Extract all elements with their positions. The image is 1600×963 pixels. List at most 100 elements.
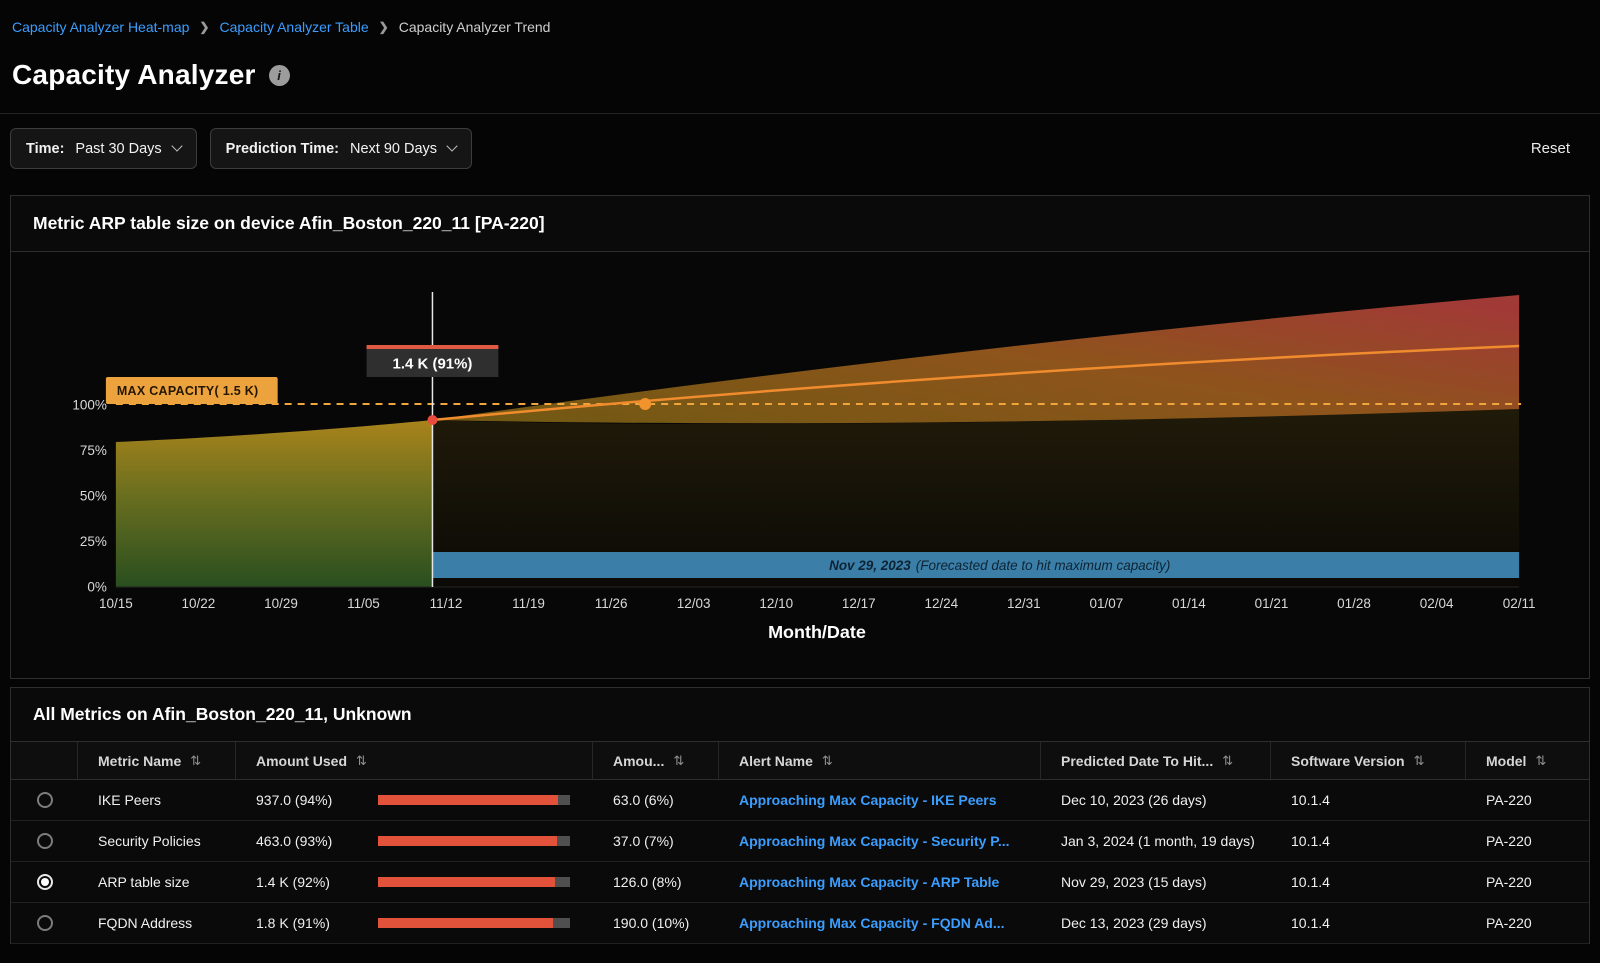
amount-free-value: 37.0 (7%) <box>593 833 719 849</box>
svg-text:0%: 0% <box>87 579 106 594</box>
chevron-down-icon <box>171 140 182 151</box>
amount-used-value: 1.4 K (92%) <box>256 874 378 890</box>
chevron-right-icon: ❯ <box>199 20 209 34</box>
svg-text:12/03: 12/03 <box>677 596 711 611</box>
breadcrumb-link-heatmap[interactable]: Capacity Analyzer Heat-map <box>12 19 189 35</box>
col-software-version: Software Version <box>1291 753 1405 769</box>
sort-icon[interactable]: ⇅ <box>1535 753 1546 769</box>
chevron-down-icon <box>446 140 457 151</box>
software-version: 10.1.4 <box>1271 915 1466 931</box>
col-amount-free: Amou... <box>613 753 664 769</box>
breadcrumb-current: Capacity Analyzer Trend <box>399 19 551 35</box>
prediction-time-dropdown[interactable]: Prediction Time: Next 90 Days <box>210 128 472 169</box>
breadcrumb-link-table[interactable]: Capacity Analyzer Table <box>219 19 368 35</box>
model: PA-220 <box>1466 792 1591 808</box>
time-filter-dropdown[interactable]: Time: Past 30 Days <box>10 128 197 169</box>
max-capacity-label: MAX CAPACITY( 1.5 K) <box>117 384 259 398</box>
table-title: All Metrics on Afin_Boston_220_11, Unkno… <box>11 688 1589 741</box>
svg-text:10/22: 10/22 <box>181 596 215 611</box>
filter-bar: Time: Past 30 Days Prediction Time: Next… <box>0 114 1600 182</box>
info-icon[interactable]: i <box>269 65 290 86</box>
col-model: Model <box>1486 753 1526 769</box>
table-row[interactable]: IKE Peers 937.0 (94%) 63.0 (6%) Approach… <box>11 780 1589 821</box>
metric-name: Security Policies <box>78 833 236 849</box>
amount-free-value: 126.0 (8%) <box>593 874 719 890</box>
capacity-trend-chart[interactable]: Nov 29, 2023(Forecasted date to hit maxi… <box>11 252 1589 678</box>
radio-column-header <box>11 742 78 779</box>
alert-link[interactable]: Approaching Max Capacity - IKE Peers <box>739 792 997 808</box>
svg-text:02/04: 02/04 <box>1420 596 1454 611</box>
table-row[interactable]: FQDN Address 1.8 K (91%) 190.0 (10%) App… <box>11 903 1589 944</box>
svg-text:12/31: 12/31 <box>1007 596 1041 611</box>
amount-used-progressbar <box>378 795 570 805</box>
sort-icon[interactable]: ⇅ <box>1414 753 1425 769</box>
svg-text:11/19: 11/19 <box>512 596 545 611</box>
tooltip-value: 1.4 K (91%) <box>393 355 473 372</box>
forecast-date-text: Nov 29, 2023(Forecasted date to hit maxi… <box>829 558 1170 573</box>
forecast-hit-dot <box>639 398 651 410</box>
current-point-dot <box>427 415 437 425</box>
col-amount-used: Amount Used <box>256 753 347 769</box>
time-filter-label: Time: <box>26 141 64 157</box>
software-version: 10.1.4 <box>1271 833 1466 849</box>
amount-free-value: 190.0 (10%) <box>593 915 719 931</box>
predicted-date: Dec 13, 2023 (29 days) <box>1041 915 1271 931</box>
svg-text:100%: 100% <box>72 397 106 412</box>
metric-name: ARP table size <box>78 874 236 890</box>
row-radio[interactable] <box>37 833 53 849</box>
alert-link[interactable]: Approaching Max Capacity - Security P... <box>739 833 1009 849</box>
metrics-table-panel: All Metrics on Afin_Boston_220_11, Unkno… <box>10 687 1590 944</box>
svg-text:10/15: 10/15 <box>99 596 133 611</box>
amount-used-value: 463.0 (93%) <box>256 833 378 849</box>
model: PA-220 <box>1466 915 1591 931</box>
svg-text:01/21: 01/21 <box>1255 596 1289 611</box>
chart-area: Nov 29, 2023(Forecasted date to hit maxi… <box>11 252 1589 678</box>
amount-used-progressbar <box>378 877 570 887</box>
predicted-date: Jan 3, 2024 (1 month, 19 days) <box>1041 833 1271 849</box>
svg-text:12/24: 12/24 <box>924 596 958 611</box>
svg-text:11/12: 11/12 <box>430 596 463 611</box>
svg-text:01/14: 01/14 <box>1172 596 1206 611</box>
row-radio[interactable] <box>37 915 53 931</box>
amount-used-progressbar <box>378 836 570 846</box>
table-row[interactable]: ARP table size 1.4 K (92%) 126.0 (8%) Ap… <box>11 862 1589 903</box>
software-version: 10.1.4 <box>1271 792 1466 808</box>
sort-icon[interactable]: ⇅ <box>822 753 833 769</box>
metric-name: IKE Peers <box>78 792 236 808</box>
svg-text:12/17: 12/17 <box>842 596 876 611</box>
svg-text:01/07: 01/07 <box>1090 596 1124 611</box>
predicted-date: Nov 29, 2023 (15 days) <box>1041 874 1271 890</box>
sort-icon[interactable]: ⇅ <box>673 753 684 769</box>
value-tooltip: 1.4 K (91%) <box>367 345 499 377</box>
svg-text:50%: 50% <box>80 488 107 503</box>
predicted-date: Dec 10, 2023 (26 days) <box>1041 792 1271 808</box>
page-title: Capacity Analyzer <box>12 59 256 91</box>
chart-title: Metric ARP table size on device Afin_Bos… <box>11 196 1589 252</box>
col-metric-name: Metric Name <box>98 753 181 769</box>
row-radio-selected[interactable] <box>37 874 53 890</box>
amount-free-value: 63.0 (6%) <box>593 792 719 808</box>
prediction-time-value: Next 90 Days <box>350 141 437 157</box>
reset-button[interactable]: Reset <box>1531 140 1570 157</box>
sort-icon[interactable]: ⇅ <box>190 753 201 769</box>
sort-icon[interactable]: ⇅ <box>1222 753 1233 769</box>
svg-text:12/10: 12/10 <box>759 596 793 611</box>
svg-text:11/26: 11/26 <box>595 596 628 611</box>
alert-link[interactable]: Approaching Max Capacity - FQDN Ad... <box>739 915 1005 931</box>
alert-link[interactable]: Approaching Max Capacity - ARP Table <box>739 874 999 890</box>
historical-area <box>116 420 433 587</box>
svg-text:11/05: 11/05 <box>347 596 380 611</box>
svg-text:01/28: 01/28 <box>1337 596 1371 611</box>
svg-text:75%: 75% <box>80 443 107 458</box>
amount-used-progressbar <box>378 918 570 928</box>
table-row[interactable]: Security Policies 463.0 (93%) 37.0 (7%) … <box>11 821 1589 862</box>
sort-icon[interactable]: ⇅ <box>356 753 367 769</box>
amount-used-value: 937.0 (94%) <box>256 792 378 808</box>
x-axis-title: Month/Date <box>768 622 866 642</box>
amount-used-value: 1.8 K (91%) <box>256 915 378 931</box>
chevron-right-icon: ❯ <box>379 20 389 34</box>
row-radio[interactable] <box>37 792 53 808</box>
svg-text:10/29: 10/29 <box>264 596 298 611</box>
table-header: Metric Name⇅ Amount Used⇅ Amou...⇅ Alert… <box>11 741 1589 780</box>
time-filter-value: Past 30 Days <box>75 141 161 157</box>
